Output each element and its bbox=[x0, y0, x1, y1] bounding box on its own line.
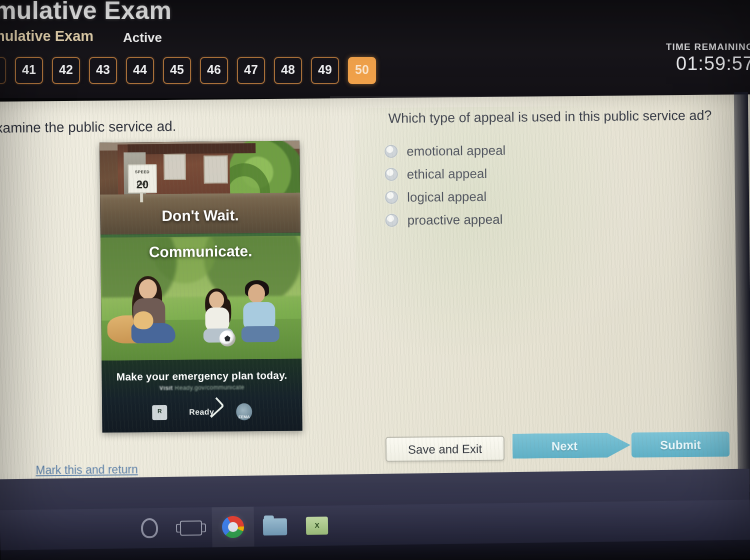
prompt-text: Examine the public service ad. bbox=[0, 117, 177, 136]
dog-head bbox=[133, 311, 154, 330]
poster-logos: R Ready FEMA bbox=[102, 396, 302, 425]
question-number-50-current[interactable]: 50 bbox=[348, 56, 376, 84]
speed-limit-sign-icon: SPEED LIMIT 20 bbox=[127, 164, 158, 194]
poster-sub-line: Visit Ready.gov/communicate bbox=[102, 385, 302, 393]
radio-button-icon[interactable] bbox=[384, 167, 398, 181]
timer: TIME REMAINING 01:59:57 bbox=[666, 42, 750, 76]
poster-caption-bottom: Make your emergency plan today. bbox=[116, 369, 288, 384]
option-label: emotional appeal bbox=[406, 142, 506, 159]
question-number-43[interactable]: 43 bbox=[89, 56, 117, 84]
poster-caption-top: Don't Wait. bbox=[161, 207, 239, 226]
status-badge: Active bbox=[123, 30, 163, 45]
question-text: Which type of appeal is used in this pub… bbox=[388, 107, 712, 126]
question-number-42[interactable]: 42 bbox=[52, 56, 80, 84]
option-proactive-appeal[interactable]: proactive appeal bbox=[385, 206, 715, 232]
option-label: proactive appeal bbox=[407, 211, 503, 228]
radio-button-icon[interactable] bbox=[384, 144, 398, 158]
window-icon bbox=[163, 153, 186, 181]
question-number-46[interactable]: 46 bbox=[200, 56, 228, 84]
radio-button-icon[interactable] bbox=[385, 190, 399, 204]
excel-icon[interactable]: X bbox=[296, 506, 339, 547]
task-view-icon[interactable] bbox=[170, 507, 213, 548]
file-explorer-icon[interactable] bbox=[254, 506, 297, 547]
question-number-47[interactable]: 47 bbox=[237, 56, 265, 84]
question-number-41[interactable]: 41 bbox=[15, 56, 43, 84]
option-label: logical appeal bbox=[407, 188, 487, 205]
exam-content-area: Examine the public service ad. SPEED LIM… bbox=[0, 94, 750, 492]
option-emotional-appeal[interactable]: emotional appeal bbox=[384, 137, 715, 163]
question-number-48[interactable]: 48 bbox=[274, 56, 302, 84]
fema-logo-icon: FEMA bbox=[236, 402, 253, 420]
ready-mark-icon: R bbox=[152, 404, 168, 420]
question-number-49[interactable]: 49 bbox=[311, 56, 339, 84]
ready-wordmark: Ready bbox=[189, 396, 225, 418]
soccer-ball-icon bbox=[219, 330, 236, 347]
breadcrumb: mulative Exam Active bbox=[0, 29, 392, 51]
sign-top-text: SPEED LIMIT bbox=[135, 169, 150, 187]
mark-this-and-return-link[interactable]: Mark this and return bbox=[36, 464, 138, 477]
next-button[interactable]: Next bbox=[512, 433, 630, 459]
poster-sub-prefix: Visit bbox=[159, 385, 173, 393]
save-and-exit-button[interactable]: Save and Exit bbox=[385, 435, 505, 462]
roof bbox=[127, 143, 256, 155]
answer-options[interactable]: emotional appeal ethical appeal logical … bbox=[384, 137, 716, 232]
radio-button-icon[interactable] bbox=[385, 213, 399, 227]
breadcrumb-exam-name[interactable]: mulative Exam bbox=[0, 29, 94, 45]
poster-flood-scene: SPEED LIMIT 20 Don't Wait. bbox=[99, 140, 301, 235]
chrome-icon[interactable] bbox=[211, 506, 255, 548]
son-figure bbox=[241, 280, 284, 344]
option-label: ethical appeal bbox=[406, 165, 488, 182]
cortana-icon[interactable] bbox=[128, 508, 171, 549]
public-service-ad-image: SPEED LIMIT 20 Don't Wait. Communicate. bbox=[99, 140, 303, 433]
option-ethical-appeal[interactable]: ethical appeal bbox=[384, 160, 715, 186]
screen-photo: mulative Exam mulative Exam Active 41 42… bbox=[0, 0, 750, 560]
poster-sub-url: Ready.gov/communicate bbox=[174, 385, 245, 392]
poster-family-scene: Communicate. bbox=[100, 235, 302, 361]
poster-footer: Make your emergency plan today. Visit Re… bbox=[101, 358, 303, 433]
timer-value: 01:59:57 bbox=[676, 54, 750, 75]
submit-button[interactable]: Submit bbox=[631, 431, 730, 458]
excel-glyph: X bbox=[305, 516, 329, 535]
question-number-45[interactable]: 45 bbox=[163, 56, 191, 84]
window-icon bbox=[203, 155, 228, 184]
exam-header-bar: mulative Exam mulative Exam Active 41 42… bbox=[0, 0, 750, 98]
page-title: mulative Exam bbox=[0, 0, 172, 25]
option-logical-appeal[interactable]: logical appeal bbox=[385, 183, 715, 209]
timer-label: TIME REMAINING bbox=[665, 42, 750, 53]
question-number-strip[interactable]: 41 42 43 44 45 46 47 48 49 50 bbox=[0, 55, 376, 85]
poster-caption-middle: Communicate. bbox=[148, 243, 253, 262]
question-number-44[interactable]: 44 bbox=[126, 56, 154, 84]
question-number-partial[interactable] bbox=[0, 56, 6, 84]
